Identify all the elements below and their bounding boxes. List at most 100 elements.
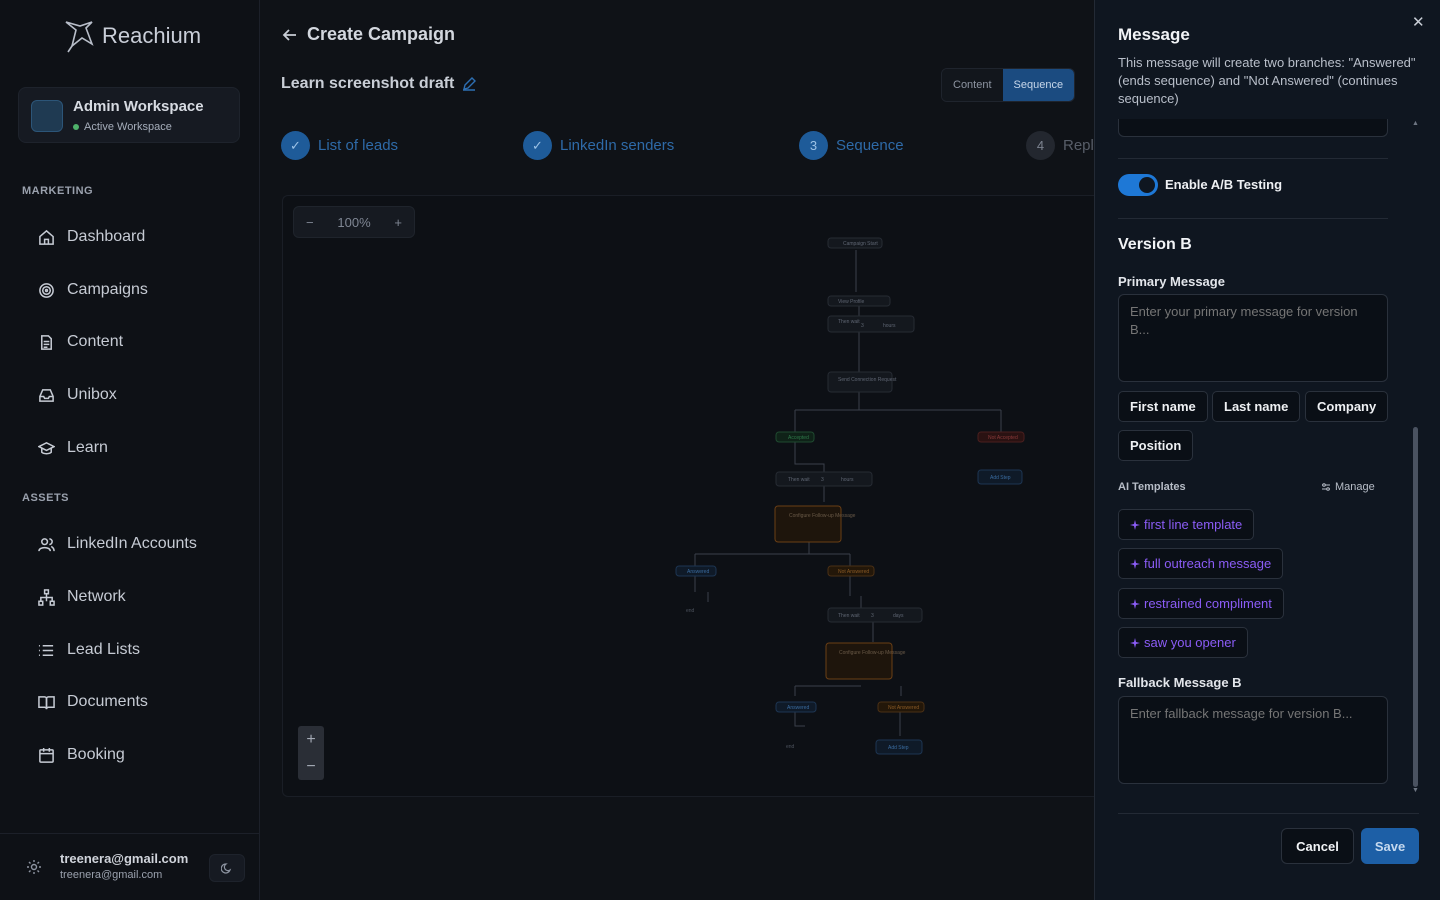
page-title: Create Campaign bbox=[282, 24, 455, 45]
home-icon bbox=[39, 229, 54, 245]
list-icon bbox=[38, 644, 54, 656]
sidebar-item-content[interactable]: Content bbox=[38, 333, 123, 351]
close-icon[interactable]: ✕ bbox=[1412, 13, 1425, 31]
step-label: Sequence bbox=[836, 137, 904, 154]
sidebar-item-booking[interactable]: Booking bbox=[38, 746, 125, 764]
divider bbox=[1118, 218, 1388, 219]
moon-icon bbox=[221, 863, 232, 874]
wait-unit: hours bbox=[883, 323, 896, 329]
step-list-of-leads[interactable]: ✓ List of leads bbox=[281, 131, 398, 160]
node-view-profile: View Profile bbox=[838, 299, 865, 305]
brand-name: Reachium bbox=[102, 23, 202, 48]
sidebar-item-label: Unibox bbox=[67, 386, 117, 403]
panel-scrollbar[interactable]: ▲ ▼ bbox=[1411, 120, 1419, 795]
template-full-outreach[interactable]: full outreach message bbox=[1118, 548, 1284, 579]
sidebar-item-dashboard[interactable]: Dashboard bbox=[38, 228, 145, 246]
sequence-canvas[interactable]: − 100% + Campaign Start View Profile The… bbox=[282, 195, 1094, 797]
step-label: LinkedIn senders bbox=[560, 137, 675, 154]
manage-label: Manage bbox=[1335, 481, 1375, 493]
wait-value: 3 bbox=[871, 613, 874, 619]
variable-position-button[interactable]: Position bbox=[1118, 430, 1194, 461]
flow-diagram: Campaign Start View Profile Then wait 3 … bbox=[675, 237, 1025, 755]
template-label: saw you opener bbox=[1144, 635, 1236, 650]
network-icon bbox=[38, 588, 55, 606]
target-icon bbox=[39, 282, 54, 298]
step-number: 4 bbox=[1026, 131, 1055, 160]
primary-message-input[interactable] bbox=[1118, 294, 1388, 382]
scroll-up-icon[interactable]: ▲ bbox=[1412, 120, 1419, 127]
sliders-icon bbox=[1322, 483, 1330, 491]
workspace-status: Active Workspace bbox=[73, 121, 172, 133]
step-linkedin-senders[interactable]: ✓ LinkedIn senders bbox=[523, 131, 674, 160]
sidebar-item-label: Lead Lists bbox=[67, 641, 140, 658]
sidebar-item-label: Campaigns bbox=[67, 281, 148, 298]
node-not-answered-2: Not Answered bbox=[888, 705, 919, 711]
save-button[interactable]: Save bbox=[1361, 828, 1419, 864]
scroll-down-icon[interactable]: ▼ bbox=[1412, 787, 1419, 794]
node-then-wait: Then wait bbox=[838, 319, 860, 325]
sidebar-footer: treenera@gmail.com treenera@gmail.com bbox=[0, 833, 260, 900]
version-b-title: Version B bbox=[1118, 236, 1192, 253]
campaign-name: Learn screenshot draft bbox=[281, 75, 455, 92]
variable-first-name-button[interactable]: First name bbox=[1118, 391, 1208, 422]
back-arrow-icon[interactable] bbox=[282, 28, 297, 42]
fallback-message-input[interactable] bbox=[1118, 696, 1388, 784]
sidebar-item-linkedin-accounts[interactable]: LinkedIn Accounts bbox=[38, 535, 197, 553]
theme-toggle-button[interactable] bbox=[209, 854, 245, 882]
sidebar-item-label: Booking bbox=[67, 746, 125, 763]
document-icon bbox=[41, 334, 52, 350]
zoom-in-icon[interactable]: + bbox=[306, 731, 315, 749]
node-then-wait-3: Then wait bbox=[838, 613, 860, 619]
sidebar: Reachium Admin Workspace Active Workspac… bbox=[0, 0, 260, 900]
users-icon bbox=[38, 537, 55, 551]
stepper: ✓ List of leads ✓ LinkedIn senders 3 Seq… bbox=[281, 131, 1101, 161]
canvas-zoom-side-controls: + − bbox=[298, 726, 324, 780]
wait-unit: days bbox=[893, 613, 904, 619]
variable-company-button[interactable]: Company bbox=[1305, 391, 1389, 422]
template-first-line[interactable]: first line template bbox=[1118, 509, 1255, 540]
template-restrained-compliment[interactable]: restrained compliment bbox=[1118, 588, 1284, 619]
ab-testing-toggle[interactable] bbox=[1118, 174, 1158, 196]
step-sequence[interactable]: 3 Sequence bbox=[799, 131, 904, 160]
sidebar-item-campaigns[interactable]: Campaigns bbox=[38, 281, 148, 299]
step-reply[interactable]: 4 Reply bbox=[1026, 131, 1101, 160]
cancel-button[interactable]: Cancel bbox=[1281, 828, 1354, 864]
wait-unit: hours bbox=[841, 477, 854, 483]
wait-value: 3 bbox=[821, 477, 824, 483]
tab-content[interactable]: Content bbox=[942, 69, 1003, 101]
sidebar-item-learn[interactable]: Learn bbox=[38, 439, 108, 457]
section-label-assets: ASSETS bbox=[22, 492, 70, 504]
sidebar-item-network[interactable]: Network bbox=[38, 588, 126, 606]
user-sub-email: treenera@gmail.com bbox=[60, 869, 163, 881]
logo[interactable]: Reachium bbox=[62, 18, 201, 54]
variable-last-name-button[interactable]: Last name bbox=[1212, 391, 1301, 422]
step-label: List of leads bbox=[318, 137, 399, 154]
sidebar-item-label: Content bbox=[67, 333, 124, 350]
scrollbar-thumb[interactable] bbox=[1413, 427, 1418, 787]
zoom-out-icon[interactable]: − bbox=[306, 758, 315, 776]
node-send-request: Send Connection Request bbox=[838, 377, 897, 383]
version-a-textarea[interactable] bbox=[1118, 119, 1388, 137]
sparkle-icon bbox=[1130, 637, 1140, 648]
step-number: 3 bbox=[799, 131, 828, 160]
manage-templates-button[interactable]: Manage bbox=[1321, 481, 1375, 493]
step-check-icon: ✓ bbox=[523, 131, 552, 160]
edit-icon[interactable] bbox=[462, 77, 477, 91]
sidebar-item-lead-lists[interactable]: Lead Lists bbox=[38, 641, 140, 659]
sparkle-icon bbox=[1130, 598, 1140, 609]
tab-sequence[interactable]: Sequence bbox=[1002, 69, 1075, 101]
message-panel: Message ✕ This message will create two b… bbox=[1094, 0, 1440, 900]
node-add-step-2: Add Step bbox=[888, 745, 909, 751]
sidebar-item-unibox[interactable]: Unibox bbox=[38, 386, 117, 404]
workspace-switcher[interactable]: Admin Workspace Active Workspace bbox=[18, 87, 240, 143]
inbox-icon bbox=[39, 388, 54, 402]
wait-value: 3 bbox=[861, 323, 864, 329]
sidebar-item-documents[interactable]: Documents bbox=[38, 693, 148, 711]
view-toggle: Content Sequence bbox=[941, 68, 1076, 102]
sidebar-item-label: Learn bbox=[67, 439, 108, 456]
main-content: Create Campaign Learn screenshot draft C… bbox=[260, 0, 1101, 900]
gear-icon[interactable] bbox=[26, 859, 42, 875]
step-check-icon: ✓ bbox=[281, 131, 310, 160]
template-saw-you-opener[interactable]: saw you opener bbox=[1118, 627, 1248, 658]
app: Reachium Admin Workspace Active Workspac… bbox=[0, 0, 1440, 900]
